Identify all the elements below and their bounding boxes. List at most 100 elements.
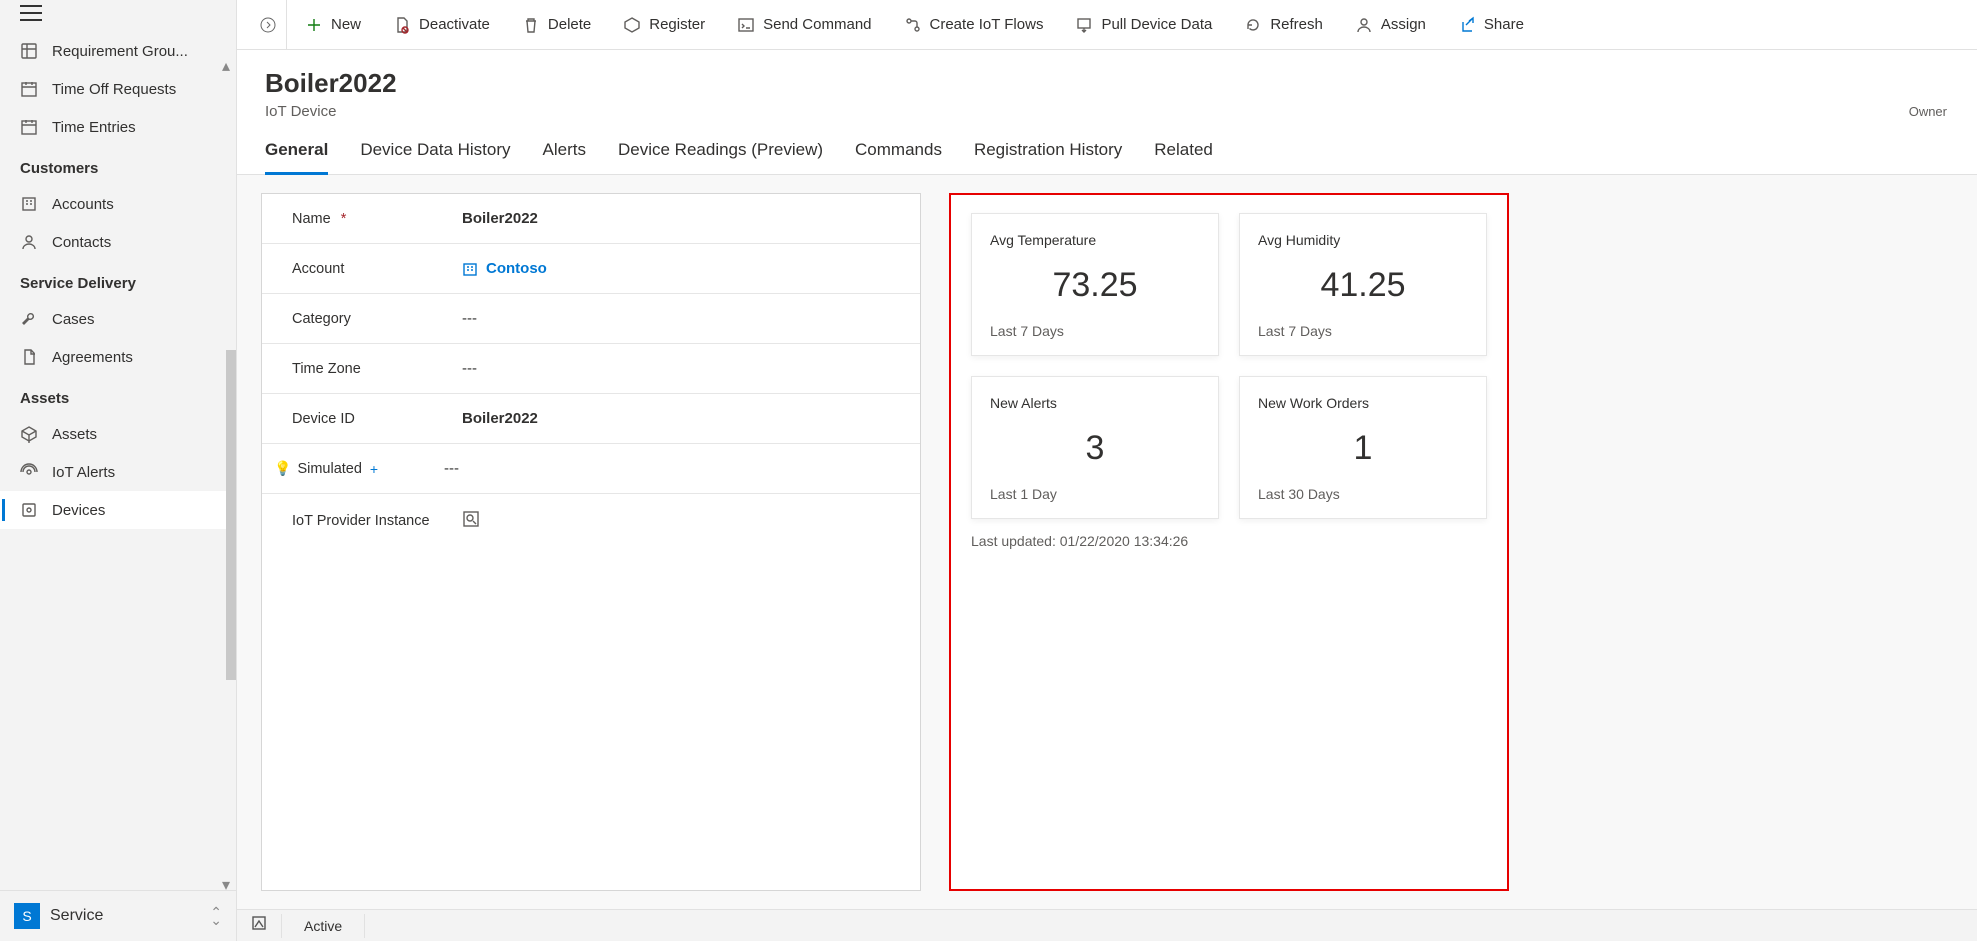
share-button[interactable]: Share xyxy=(1444,10,1538,40)
tab-device-readings[interactable]: Device Readings (Preview) xyxy=(618,134,823,174)
button-label: Register xyxy=(649,16,705,33)
alert-icon xyxy=(20,463,38,481)
sidebar-item-label: Devices xyxy=(52,502,105,519)
sidebar-item-requirement-group[interactable]: Requirement Grou... xyxy=(0,32,236,70)
grid-icon xyxy=(20,42,38,60)
form-content: Name* Boiler2022 Account Contoso Categor… xyxy=(237,175,1977,909)
tab-alerts[interactable]: Alerts xyxy=(543,134,586,174)
card-sub: Last 7 Days xyxy=(1258,323,1468,339)
cube-icon xyxy=(20,425,38,443)
go-back-button[interactable] xyxy=(249,0,287,49)
sidebar-item-label: Assets xyxy=(52,426,97,443)
sidebar-item-label: Cases xyxy=(52,311,95,328)
sidebar-item-cases[interactable]: Cases xyxy=(0,300,236,338)
recommended-indicator: + xyxy=(370,461,378,477)
record-entity: IoT Device xyxy=(265,103,1949,120)
field-label: IoT Provider Instance xyxy=(292,513,430,529)
refresh-button[interactable]: Refresh xyxy=(1230,10,1337,40)
sidebar-item-label: Accounts xyxy=(52,196,114,213)
create-flows-button[interactable]: Create IoT Flows xyxy=(890,10,1058,40)
share-icon xyxy=(1458,16,1476,34)
tab-registration-history[interactable]: Registration History xyxy=(974,134,1122,174)
sidebar-item-iot-alerts[interactable]: IoT Alerts xyxy=(0,453,236,491)
button-label: Create IoT Flows xyxy=(930,16,1044,33)
hamburger-menu[interactable] xyxy=(0,0,236,26)
new-button[interactable]: New xyxy=(291,10,375,40)
card-value: 1 xyxy=(1258,429,1468,468)
assign-button[interactable]: Assign xyxy=(1341,10,1440,40)
status-bar: Active xyxy=(237,909,1977,941)
download-device-icon xyxy=(1075,16,1093,34)
app-badge: S xyxy=(14,903,40,929)
sidebar-section-customers: Customers xyxy=(0,146,236,185)
tab-device-data-history[interactable]: Device Data History xyxy=(360,134,510,174)
record-title: Boiler2022 xyxy=(265,68,1949,99)
tab-general[interactable]: General xyxy=(265,134,328,175)
sidebar-item-contacts[interactable]: Contacts xyxy=(0,223,236,261)
status-icon[interactable] xyxy=(237,915,281,936)
document-icon xyxy=(20,348,38,366)
sidebar-item-agreements[interactable]: Agreements xyxy=(0,338,236,376)
app-switcher[interactable]: S Service ⌃⌄ xyxy=(0,890,236,941)
button-label: Refresh xyxy=(1270,16,1323,33)
category-field[interactable]: --- xyxy=(462,310,898,327)
scroll-down-icon[interactable]: ▾ xyxy=(222,875,230,895)
lightbulb-icon: 💡 xyxy=(274,460,291,477)
form-tabs: General Device Data History Alerts Devic… xyxy=(237,120,1977,175)
scroll-up-icon[interactable]: ▴ xyxy=(222,56,230,76)
sidebar-item-devices[interactable]: Devices xyxy=(0,491,236,529)
command-bar: New Deactivate Delete Register Send Comm… xyxy=(237,0,1977,50)
main: New Deactivate Delete Register Send Comm… xyxy=(237,0,1977,941)
card-sub: Last 7 Days xyxy=(990,323,1200,339)
field-label: Category xyxy=(292,311,351,327)
owner-label: Owner xyxy=(1909,104,1947,119)
pull-data-button[interactable]: Pull Device Data xyxy=(1061,10,1226,40)
sidebar-item-time-entries[interactable]: Time Entries xyxy=(0,108,236,146)
tab-commands[interactable]: Commands xyxy=(855,134,942,174)
card-value: 41.25 xyxy=(1258,266,1468,305)
sidebar-item-label: Agreements xyxy=(52,349,133,366)
chevron-updown-icon: ⌃⌄ xyxy=(210,908,222,924)
button-label: New xyxy=(331,16,361,33)
account-lookup[interactable]: Contoso xyxy=(462,260,898,277)
button-label: Share xyxy=(1484,16,1524,33)
status-value[interactable]: Active xyxy=(281,914,365,938)
summary-panel: Avg Temperature 73.25 Last 7 Days Avg Hu… xyxy=(949,193,1509,891)
sidebar-item-label: IoT Alerts xyxy=(52,464,115,481)
field-label: Device ID xyxy=(292,411,355,427)
send-command-button[interactable]: Send Command xyxy=(723,10,885,40)
row-account: Account Contoso xyxy=(262,244,920,294)
deactivate-button[interactable]: Deactivate xyxy=(379,10,504,40)
card-sub: Last 1 Day xyxy=(990,486,1200,502)
simulated-field[interactable]: --- xyxy=(444,460,898,477)
row-timezone: Time Zone --- xyxy=(262,344,920,394)
sidebar-item-label: Contacts xyxy=(52,234,111,251)
card-title: New Work Orders xyxy=(1258,395,1468,411)
name-field[interactable]: Boiler2022 xyxy=(462,210,898,227)
register-button[interactable]: Register xyxy=(609,10,719,40)
command-icon xyxy=(737,16,755,34)
provider-field[interactable] xyxy=(462,510,898,532)
sidebar-item-assets[interactable]: Assets xyxy=(0,415,236,453)
card-new-alerts: New Alerts 3 Last 1 Day xyxy=(971,376,1219,519)
sidebar-item-label: Time Off Requests xyxy=(52,81,176,98)
last-updated: Last updated: 01/22/2020 13:34:26 xyxy=(971,533,1487,549)
card-title: Avg Humidity xyxy=(1258,232,1468,248)
tab-related[interactable]: Related xyxy=(1154,134,1213,174)
row-category: Category --- xyxy=(262,294,920,344)
card-title: New Alerts xyxy=(990,395,1200,411)
sidebar-item-accounts[interactable]: Accounts xyxy=(0,185,236,223)
sidebar-scrollbar[interactable] xyxy=(226,350,236,680)
deviceid-field[interactable]: Boiler2022 xyxy=(462,410,898,427)
sidebar-item-time-off[interactable]: Time Off Requests xyxy=(0,70,236,108)
general-form-panel: Name* Boiler2022 Account Contoso Categor… xyxy=(261,193,921,891)
button-label: Pull Device Data xyxy=(1101,16,1212,33)
card-value: 3 xyxy=(990,429,1200,468)
field-label: Simulated xyxy=(297,461,361,477)
wrench-icon xyxy=(20,310,38,328)
building-icon xyxy=(20,195,38,213)
person-icon xyxy=(1355,16,1373,34)
delete-button[interactable]: Delete xyxy=(508,10,605,40)
timezone-field[interactable]: --- xyxy=(462,360,898,377)
sidebar-section-assets: Assets xyxy=(0,376,236,415)
